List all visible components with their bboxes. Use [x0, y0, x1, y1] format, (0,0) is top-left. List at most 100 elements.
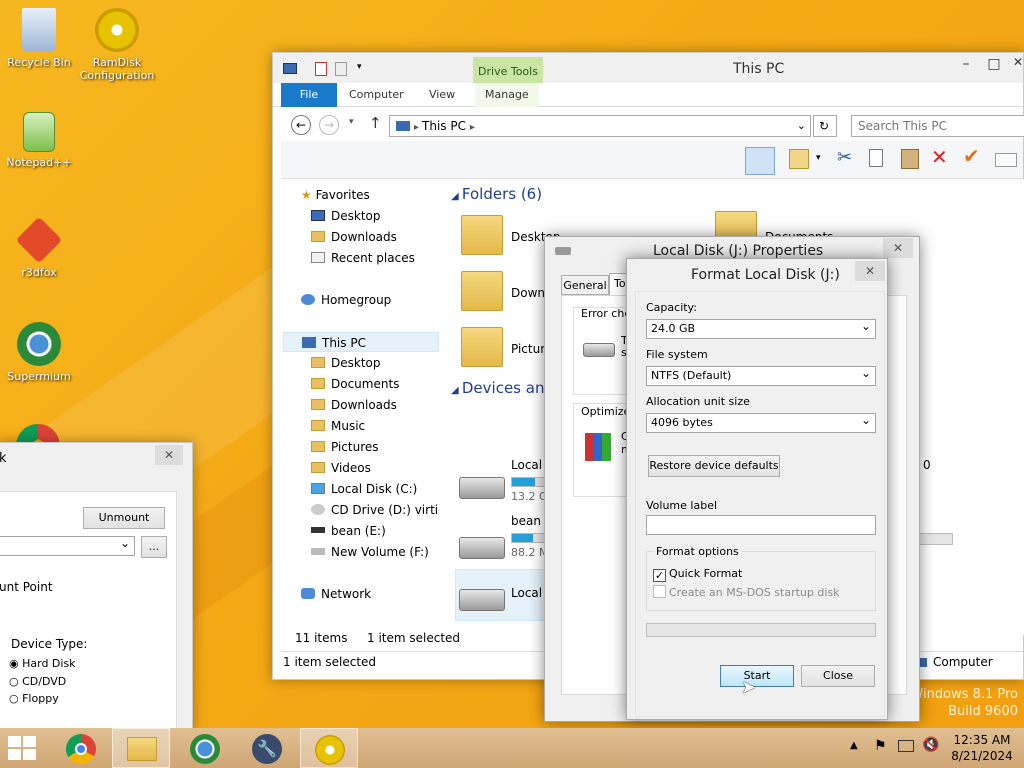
folders-header[interactable]: ◢ Folders (6)	[451, 185, 542, 203]
radio-floppy[interactable]: ○ Floppy	[9, 692, 59, 705]
drive-usage-bar-partial	[915, 533, 953, 545]
restore-defaults-button[interactable]: Restore device defaults	[648, 455, 780, 477]
close-button[interactable]: Close	[801, 665, 875, 687]
refresh-button[interactable]: ↻	[813, 115, 837, 137]
ramdisk-title: k	[0, 451, 7, 466]
nav-pc-pictures[interactable]: Pictures	[311, 437, 379, 457]
supermium-desktop-icon[interactable]: Supermium	[0, 322, 78, 383]
format-dialog: Format Local Disk (J:) ✕ Capacity: 24.0 …	[626, 258, 888, 720]
forward-button[interactable]: →	[319, 115, 339, 135]
taskbar-supermium-icon[interactable]	[176, 728, 234, 768]
recycle-bin-desktop-icon[interactable]: Recycle Bin	[0, 8, 78, 69]
nav-cd-drive-d[interactable]: CD Drive (D:) virtio-w	[311, 500, 439, 520]
network-tray-icon[interactable]	[898, 740, 914, 752]
radio-cd-dvd[interactable]: ○ CD/DVD	[9, 675, 66, 688]
tab-file[interactable]: File	[281, 83, 337, 107]
flag-icon[interactable]: ⚑	[874, 738, 887, 754]
nav-local-disk-c[interactable]: Local Disk (C:)	[311, 479, 417, 499]
defrag-icon	[585, 433, 611, 461]
msdos-startup-checkbox[interactable]: Create an MS-DOS startup disk	[653, 585, 840, 599]
nav-bean-e[interactable]: bean (E:)	[311, 521, 386, 541]
status-computer: Computer	[933, 655, 993, 669]
nav-network[interactable]: Network	[301, 584, 371, 604]
properties-title: Local Disk (J:) Properties	[653, 243, 824, 259]
nav-homegroup[interactable]: Homegroup	[301, 290, 391, 310]
quick-format-checkbox[interactable]: ✓ Quick Format	[653, 567, 742, 582]
minimize-button[interactable]: –	[953, 55, 979, 73]
properties-close-button[interactable]: ✕	[883, 238, 913, 258]
nav-favorites[interactable]: ★ Favorites	[301, 185, 370, 205]
start-button[interactable]: Start	[720, 665, 794, 687]
quick-access-dropdown-icon[interactable]: ▾	[357, 62, 362, 72]
show-hidden-icons[interactable]: ▲	[850, 740, 858, 751]
address-bar[interactable]: ▸ This PC ▸ ⌄	[389, 115, 811, 137]
pc-icon	[302, 337, 316, 348]
search-box[interactable]: Search This PC	[851, 115, 1024, 137]
address-dropdown-icon[interactable]: ⌄	[797, 116, 806, 136]
unmount-button[interactable]: Unmount	[83, 507, 165, 529]
cut-icon[interactable]: ✂	[837, 147, 852, 168]
os-watermark: Windows 8.1 Pro Build 9600	[910, 687, 1018, 719]
up-button[interactable]: ↑	[369, 114, 382, 132]
nav-pc-downloads[interactable]: Downloads	[311, 395, 397, 415]
rename-icon[interactable]: ✔	[963, 144, 980, 168]
nav-favorites-desktop[interactable]: Desktop	[311, 206, 381, 226]
file-system-select[interactable]: NTFS (Default)	[646, 364, 876, 386]
format-close-button[interactable]: ✕	[855, 261, 885, 281]
tab-manage[interactable]: Manage	[475, 83, 539, 107]
drive-select[interactable]	[0, 534, 135, 556]
properties-quick-icon[interactable]	[315, 62, 327, 76]
allocation-unit-label: Allocation unit size	[646, 395, 750, 408]
desktop-folder-icon	[461, 215, 503, 255]
tab-general[interactable]: General	[561, 275, 609, 295]
notepadpp-desktop-icon[interactable]: Notepad++	[0, 112, 78, 169]
recent-places-icon	[311, 252, 325, 263]
back-button[interactable]: ←	[291, 115, 311, 135]
downloads-folder-icon	[311, 231, 325, 242]
browse-button[interactable]: ...	[141, 536, 167, 558]
folder-icon	[311, 462, 325, 473]
clock[interactable]: 12:35 AM 8/21/2024	[950, 732, 1014, 764]
radio-hard-disk[interactable]: ◉ Hard Disk	[9, 657, 76, 670]
taskbar-explorer-icon[interactable]	[112, 728, 170, 768]
nav-pc-desktop[interactable]: Desktop	[311, 353, 381, 373]
taskbar-ramdisk-config-icon[interactable]	[300, 728, 358, 768]
nav-this-pc[interactable]: This PC	[283, 332, 439, 352]
properties-dropdown-icon[interactable]: ▾	[816, 153, 821, 163]
devices-header[interactable]: ◢ Devices and	[451, 379, 554, 397]
delete-icon[interactable]: ✕	[931, 145, 948, 169]
tab-computer[interactable]: Computer	[339, 83, 414, 107]
r3dfox-desktop-icon[interactable]: r3dfox	[0, 216, 78, 279]
nav-recent-places[interactable]: Recent places	[311, 248, 415, 268]
start-button-icon[interactable]	[8, 736, 36, 760]
nav-pc-music[interactable]: Music	[311, 416, 365, 436]
volume-muted-icon[interactable]: 🔇	[922, 737, 939, 753]
nav-new-volume-f[interactable]: New Volume (F:)	[311, 542, 429, 562]
select-all-icon[interactable]	[995, 153, 1017, 167]
allocation-unit-select[interactable]: 4096 bytes	[646, 411, 876, 433]
r3dfox-icon	[15, 216, 63, 264]
tab-view[interactable]: View	[419, 83, 465, 107]
paste-icon[interactable]	[901, 149, 919, 169]
navigation-pane-icon[interactable]	[745, 147, 775, 175]
ramdisk-configuration-desktop-icon[interactable]: RamDisk Configuration	[78, 8, 156, 82]
taskbar-ramdisk-tool-icon[interactable]: 🔧	[238, 728, 296, 768]
format-progress-bar	[646, 623, 876, 637]
new-folder-quick-icon[interactable]	[335, 62, 347, 76]
folder-icon	[311, 378, 325, 389]
drive-icon	[459, 589, 505, 611]
nav-pc-documents[interactable]: Documents	[311, 374, 399, 394]
nav-favorites-downloads[interactable]: Downloads	[311, 227, 397, 247]
recent-locations-dropdown[interactable]: ▾	[349, 117, 354, 127]
ribbon-toolbar: ▾ ✂ ✕ ✔	[281, 141, 1023, 179]
taskbar-chrome-icon[interactable]	[52, 728, 110, 768]
close-icon[interactable]: ✕	[1013, 55, 1024, 73]
capacity-select[interactable]: 24.0 GB	[646, 317, 876, 339]
ramdisk-close-button[interactable]: ✕	[155, 445, 183, 465]
volume-label-input[interactable]	[646, 515, 876, 535]
taskbar: 🔧 ▲ ⚑ 🔇 12:35 AM 8/21/2024	[0, 728, 1024, 768]
maximize-button[interactable]: □	[981, 55, 1007, 73]
properties-icon[interactable]	[789, 149, 809, 169]
copy-icon[interactable]	[869, 149, 883, 167]
nav-pc-videos[interactable]: Videos	[311, 458, 371, 478]
